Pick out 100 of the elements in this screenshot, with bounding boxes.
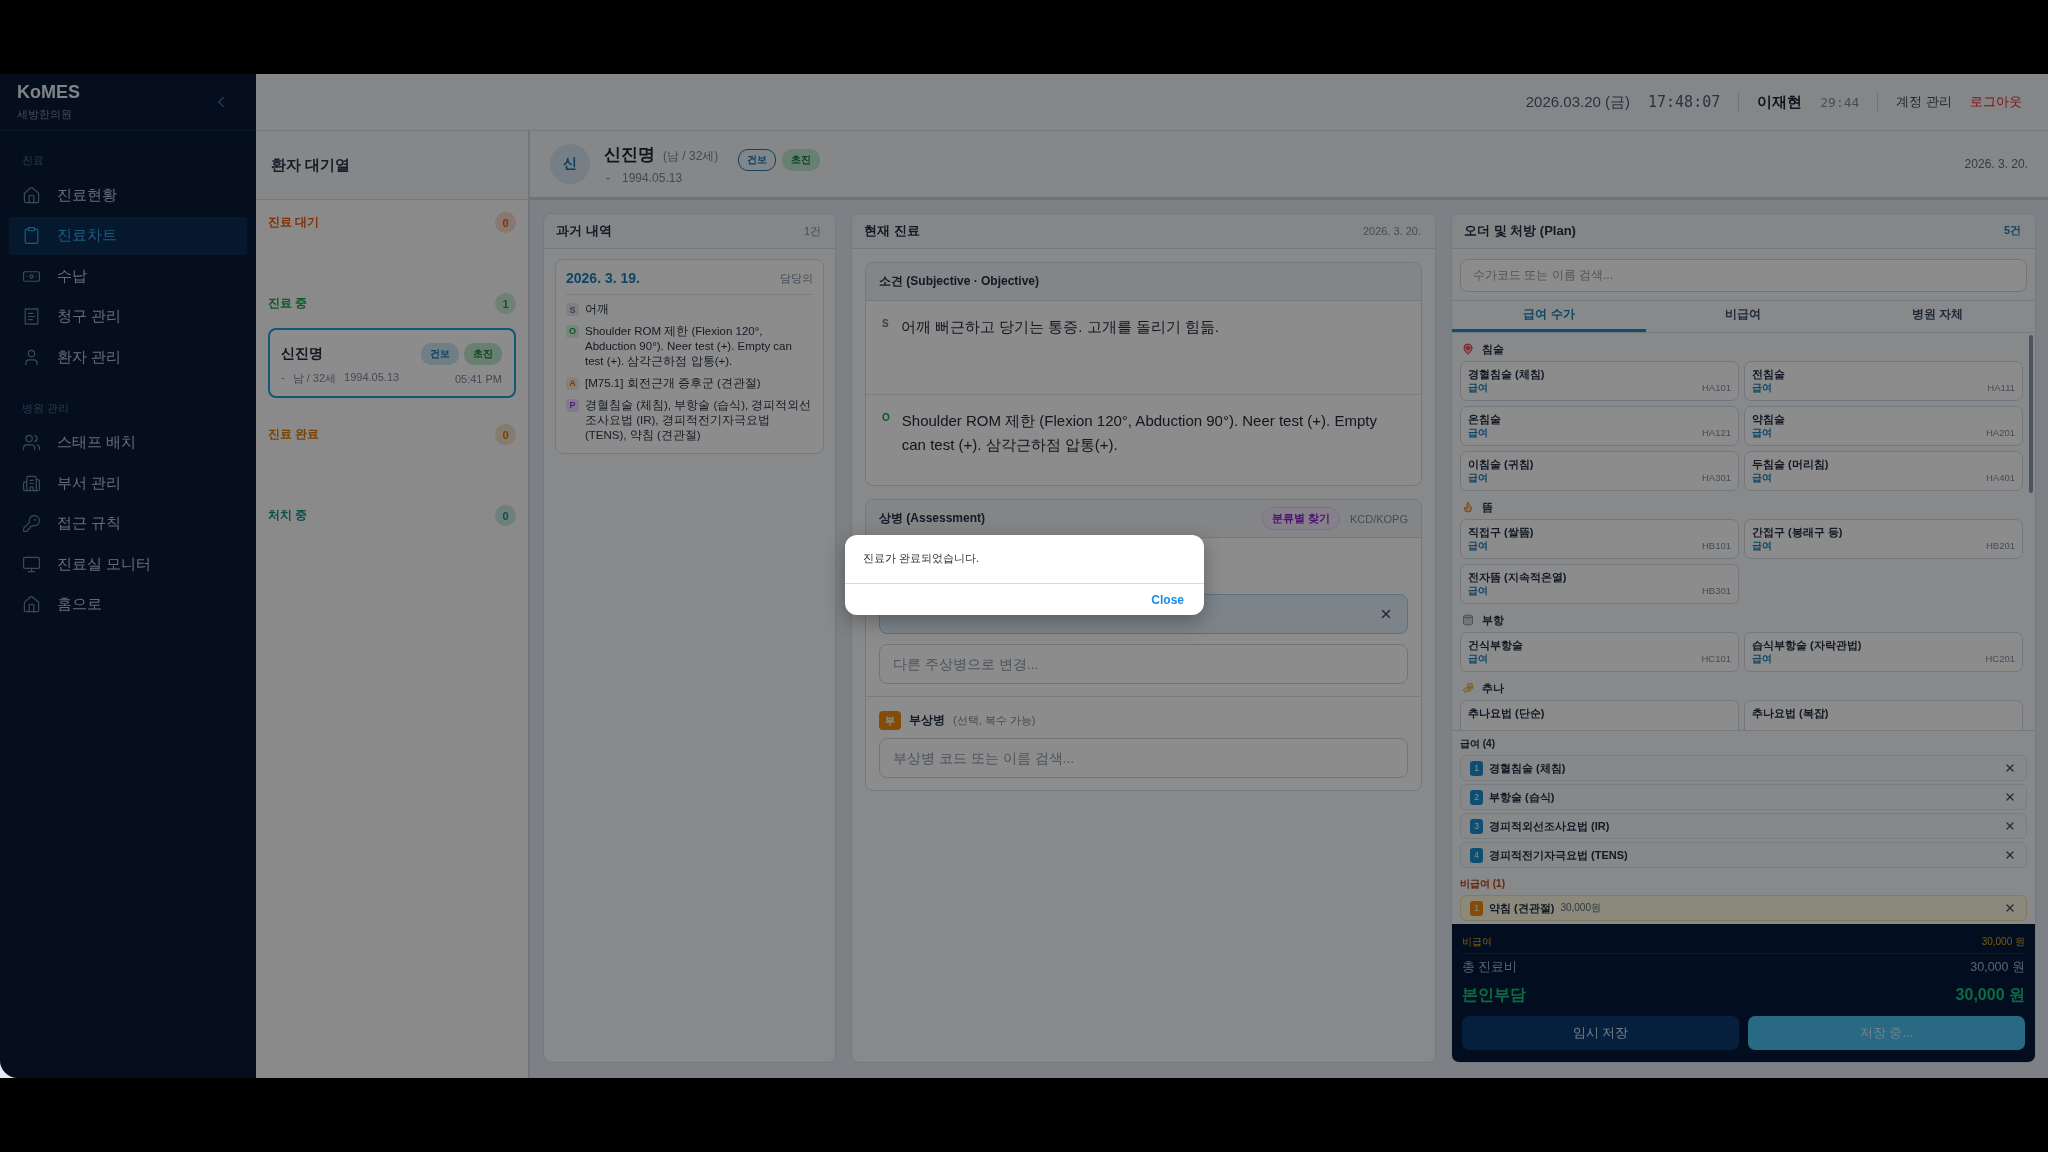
soap-text: 어깨 bbox=[585, 302, 609, 317]
order-name: 약침 (견관절) bbox=[1489, 900, 1555, 916]
session-timer: 29:44 bbox=[1820, 94, 1860, 110]
procedure-name: 추나요법 (단순) bbox=[1468, 705, 1546, 721]
group-title: 진료 완료 bbox=[268, 426, 320, 443]
order-number: 3 bbox=[1470, 818, 1483, 834]
logo: KoMES bbox=[17, 82, 80, 103]
procedure-name: 습식부항술 (자락관법) bbox=[1752, 637, 1863, 653]
dialog-message: 진료가 완료되었습니다. bbox=[862, 551, 981, 566]
visit-date: 2026. 3. 19. bbox=[566, 270, 640, 286]
summary-label: 본인부담 bbox=[1462, 985, 1526, 1005]
summary-value: 30,000 원 bbox=[1970, 959, 2025, 976]
group-title: 진료 대기 bbox=[268, 214, 320, 231]
procedure-code: HC201 bbox=[1985, 652, 2015, 666]
category-title: 뜸 bbox=[1482, 499, 1493, 515]
current-time: 17:48:07 bbox=[1648, 93, 1721, 111]
procedure-name: 두침술 (머리침) bbox=[1752, 456, 1830, 472]
patient-name: 신진명 bbox=[604, 144, 655, 166]
soap-text: 경혈침술 (체침), 부항술 (습식), 경피적외선조사요법 (IR), 경피적전기자극요법 (TENS), 약침 (견관절) bbox=[585, 397, 813, 443]
patient-avatar: 신 bbox=[550, 144, 590, 184]
section-title: 상병 (Assessment) bbox=[879, 510, 986, 527]
order-number: 2 bbox=[1470, 789, 1483, 805]
coverage-label: 급여 bbox=[1468, 584, 1488, 598]
procedure-name: 추나요법 (복잡) bbox=[1752, 705, 1830, 721]
coverage-label: 급여 bbox=[1468, 652, 1488, 666]
procedure-name: 간접구 (봉래구 등) bbox=[1752, 524, 1844, 540]
procedure-code: HA111 bbox=[1987, 381, 2015, 395]
procedure-name: 직접구 (쌀뜸) bbox=[1468, 524, 1535, 540]
dash-text: - bbox=[606, 171, 610, 185]
coverage-label: 급여 bbox=[1468, 426, 1488, 440]
order-name: 경피적외선조사요법 (IR) bbox=[1489, 818, 1610, 834]
sub-title: 부상병 bbox=[909, 713, 945, 728]
soap-text: 어깨 뻐근하고 당기는 통증. 고개를 돌리기 힘듦. bbox=[900, 317, 1219, 337]
order-name: 부항술 (습식) bbox=[1489, 789, 1555, 805]
coverage-label: 급여 bbox=[1752, 381, 1772, 395]
order-count: 5건 bbox=[2003, 223, 2021, 239]
coverage-label: 급여 bbox=[1752, 471, 1772, 485]
sub-badge: 부 bbox=[879, 711, 901, 730]
summary-value: 30,000 원 bbox=[1955, 985, 2025, 1005]
procedure-code: HA101 bbox=[1701, 381, 1731, 395]
procedure-code: HB301 bbox=[1701, 584, 1731, 598]
category-title: 추나 bbox=[1482, 680, 1504, 696]
coverage-label: 급여 bbox=[1752, 426, 1772, 440]
user-name: 이재현 bbox=[1757, 92, 1803, 112]
summary-label: 총 진료비 bbox=[1462, 959, 1518, 976]
panel-title: 오더 및 처방 (Plan) bbox=[1464, 221, 1576, 240]
procedure-code: HB101 bbox=[1701, 539, 1731, 553]
order-number: 4 bbox=[1470, 847, 1483, 863]
coverage-label: 급여 bbox=[1468, 381, 1488, 395]
coverage-label: 급여 bbox=[1468, 471, 1488, 485]
category-title: 침술 bbox=[1482, 341, 1504, 357]
procedure-code: HA121 bbox=[1701, 426, 1731, 440]
procedure-name: 전침술 bbox=[1752, 366, 1786, 382]
section-title: 소견 (Subjective · Objective) bbox=[879, 273, 1040, 290]
summary-label: 비급여 bbox=[1462, 935, 1492, 949]
visit-date: 2026. 3. 20. bbox=[1362, 225, 1421, 237]
procedure-name: 약침술 bbox=[1752, 411, 1786, 427]
procedure-code: HA201 bbox=[1985, 426, 2015, 440]
procedure-code: HB201 bbox=[1985, 539, 2015, 553]
order-group-title: 비급여 (1) bbox=[1459, 877, 1506, 891]
panel-title: 과거 내역 bbox=[556, 222, 612, 240]
group-title: 진료 중 bbox=[268, 295, 308, 312]
doctor-label: 담당의 bbox=[780, 270, 813, 286]
procedure-code: HA401 bbox=[1985, 471, 2015, 485]
group-title: 처치 중 bbox=[268, 507, 308, 524]
patient-tag: 초진 bbox=[782, 149, 821, 171]
procedure-name: 건식부항술 bbox=[1468, 637, 1524, 653]
soap-letter: O bbox=[882, 412, 890, 423]
record-count: 1건 bbox=[803, 223, 821, 239]
clinic-name: 세방한의원 bbox=[17, 107, 73, 122]
patient-tag: 건보 bbox=[738, 149, 777, 171]
soap-text: Shoulder ROM 제한 (Flexion 120°, Abduction 90°). Neer test (+). Empty can test (+). 삼각근하점 압통(+). bbox=[585, 323, 793, 369]
birth-date: 1994.05.13 bbox=[622, 171, 683, 185]
soap-text: [M75.1] 회전근개 증후군 (견관절) bbox=[585, 375, 761, 391]
coverage-label: 급여 bbox=[1468, 539, 1488, 553]
arrival-time: 05:41 PM bbox=[454, 372, 502, 385]
coverage-label: 급여 bbox=[1752, 539, 1772, 553]
dash-text: - bbox=[281, 371, 285, 385]
procedure-name: 온침술 bbox=[1468, 411, 1502, 427]
patient-name: 신진명 bbox=[281, 345, 323, 363]
soap-letter: S bbox=[882, 318, 889, 329]
order-price: 30,000원 bbox=[1560, 901, 1601, 915]
procedure-name: 전자뜸 (지속적온열) bbox=[1468, 569, 1568, 585]
procedure-code: HA301 bbox=[1701, 471, 1731, 485]
panel-title: 현재 진료 bbox=[864, 222, 920, 240]
summary-value: 30,000 원 bbox=[1981, 935, 2025, 949]
procedure-code: HC101 bbox=[1701, 652, 1731, 666]
coverage-label: 급여 bbox=[1752, 652, 1772, 666]
patient-tag: 초진 bbox=[464, 343, 502, 365]
hint-text: (선택, 복수 가능) bbox=[953, 713, 1036, 728]
current-date: 2026.03.20 (금) bbox=[1525, 92, 1630, 112]
procedure-name: 이침술 (귀침) bbox=[1468, 456, 1535, 472]
order-name: 경혈침술 (체침) bbox=[1489, 760, 1566, 776]
order-group-title: 급여 (4) bbox=[1459, 737, 1496, 751]
order-number: 1 bbox=[1470, 900, 1483, 916]
soap-text: Shoulder ROM 제한 (Flexion 120°, Abduction 90°). Neer test (+). Empty can test (+). 삼각근하점 압통(+). bbox=[901, 411, 1378, 455]
code-system: KCD/KOPG bbox=[1349, 512, 1408, 525]
category-title: 부항 bbox=[1482, 612, 1504, 628]
sex-age: 남 / 32세 bbox=[292, 371, 337, 386]
visit-date: 2026. 3. 20. bbox=[1964, 157, 2028, 171]
